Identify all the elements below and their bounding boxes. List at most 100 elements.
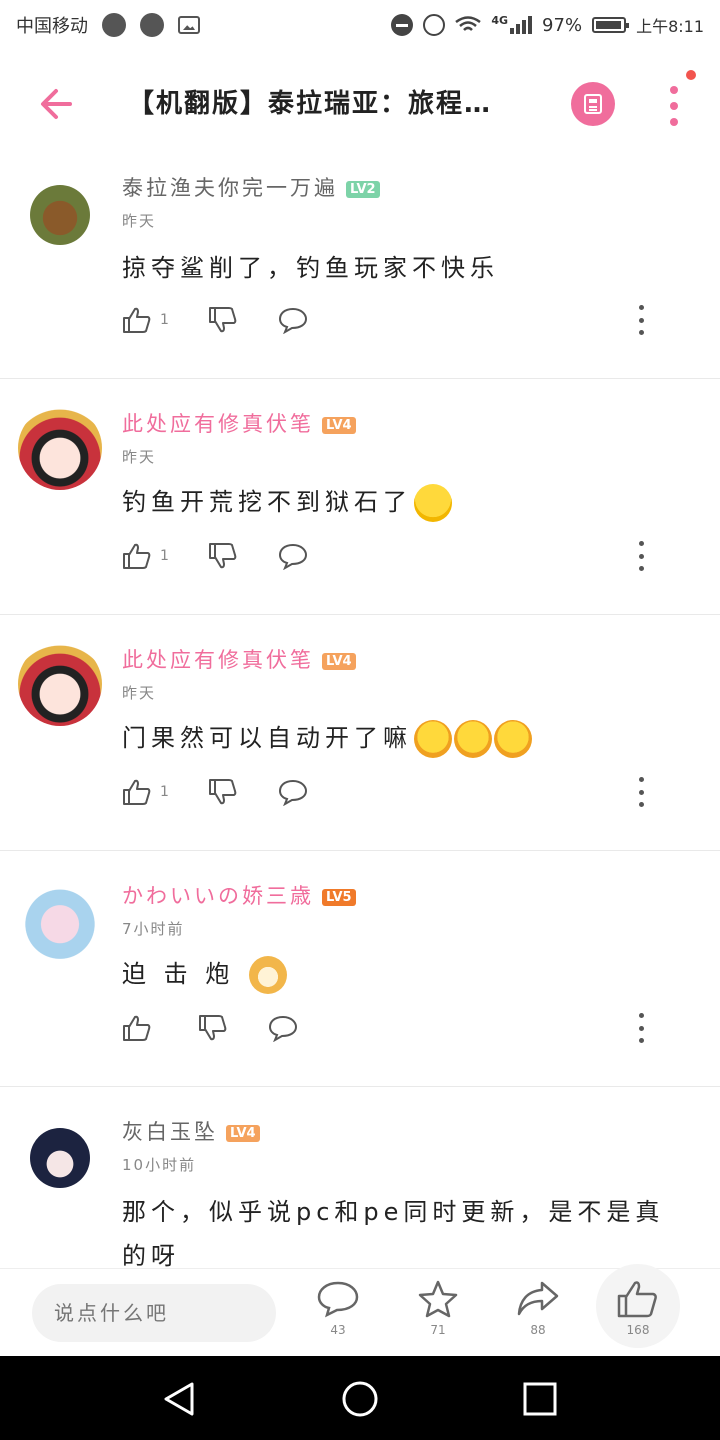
- cheering-emoji: [494, 720, 532, 758]
- avatar[interactable]: [18, 642, 102, 726]
- username[interactable]: 此处应有修真伏笔 LV4: [122, 408, 356, 438]
- username[interactable]: 灰白玉坠 LV4: [122, 1116, 260, 1146]
- back-arrow-icon[interactable]: [36, 84, 76, 124]
- network-label: 4G: [491, 13, 509, 27]
- avatar[interactable]: [30, 185, 90, 245]
- page-title: 【机翻版】泰拉瑞亚：旅程…: [128, 89, 493, 119]
- thumbs-down-icon: [199, 1015, 227, 1041]
- avatar[interactable]: [18, 406, 102, 490]
- comment-actions: 1: [122, 305, 682, 335]
- level-badge: LV4: [322, 652, 356, 670]
- comment-icon: [317, 1281, 359, 1318]
- system-nav-bar: [0, 1356, 720, 1440]
- comment-icon: [268, 1015, 298, 1042]
- battery-icon: [592, 17, 630, 33]
- comment-input[interactable]: [32, 1284, 276, 1342]
- comment-text: 迫 击 炮: [122, 952, 682, 996]
- share-icon: [517, 1281, 559, 1316]
- avatar[interactable]: [18, 878, 102, 962]
- comment-more-icon[interactable]: [636, 1013, 646, 1043]
- nav-recents-icon[interactable]: [522, 1381, 558, 1417]
- notification-dot: [686, 70, 696, 80]
- dislike-button[interactable]: [208, 305, 238, 335]
- like-button[interactable]: 1: [122, 305, 169, 335]
- comment-icon: [278, 543, 308, 570]
- username[interactable]: 此处应有修真伏笔 LV4: [122, 644, 356, 674]
- bottom-action-bar: 43 71 88 168: [0, 1264, 720, 1357]
- reply-button[interactable]: [268, 1013, 298, 1043]
- cheering-emoji: [414, 720, 452, 758]
- comment-more-icon[interactable]: [636, 305, 646, 335]
- thumbs-up-icon: [123, 1015, 151, 1041]
- thumbs-up-icon: [617, 1281, 657, 1318]
- comment-text: 门果然可以自动开了嘛: [122, 716, 682, 760]
- article-icon: [584, 94, 602, 114]
- cheering-emoji: [454, 720, 492, 758]
- comment-item: かわいいの娇三歳 LV5 7小时前 迫 击 炮: [0, 850, 720, 1087]
- favorite-button[interactable]: 71: [408, 1279, 468, 1349]
- signal-icon: [510, 16, 533, 34]
- comment-text: 那个，似乎说pc和pe同时更新，是不是真的呀: [122, 1198, 665, 1270]
- username[interactable]: かわいいの娇三歳 LV5: [122, 880, 356, 910]
- comment-more-icon[interactable]: [636, 541, 646, 571]
- level-badge: LV4: [226, 1124, 260, 1142]
- comment-time: 昨天: [122, 684, 157, 702]
- shares-count: 88: [530, 1323, 546, 1337]
- crying-laughing-emoji: [414, 484, 452, 522]
- thumbs-up-icon: [123, 779, 151, 805]
- reply-button[interactable]: [278, 777, 308, 807]
- star-icon: [418, 1280, 458, 1318]
- thumbs-up-icon: [123, 543, 151, 569]
- thumbs-down-icon: [209, 307, 237, 333]
- like-button[interactable]: [122, 1013, 160, 1043]
- like-post-button[interactable]: 168: [608, 1279, 668, 1349]
- comment-more-icon[interactable]: [636, 777, 646, 807]
- reply-button[interactable]: [278, 541, 308, 571]
- like-button[interactable]: 1: [122, 541, 169, 571]
- notification-icon: [102, 13, 126, 37]
- like-count: 1: [160, 548, 169, 564]
- doge-emoji: [248, 956, 287, 994]
- comment-actions: [122, 1013, 682, 1043]
- username[interactable]: 泰拉渔夫你完一万遍 LV2: [122, 172, 380, 202]
- app-header: 【机翻版】泰拉瑞亚：旅程…: [0, 60, 720, 150]
- nav-home-icon[interactable]: [341, 1380, 379, 1418]
- comment-actions: 1: [122, 541, 682, 571]
- comment-text: 掠夺鲨削了，钓鱼玩家不快乐: [122, 254, 499, 282]
- like-count: 1: [160, 312, 169, 328]
- share-button[interactable]: 88: [508, 1279, 568, 1349]
- status-bar: 中国移动 4G 97% 上午8:11: [0, 0, 720, 50]
- level-badge: LV2: [346, 180, 380, 198]
- comment-actions: 1: [122, 777, 682, 807]
- thumbs-up-icon: [123, 307, 151, 333]
- battery-percent: 97%: [542, 14, 583, 36]
- comment-item: 泰拉渔夫你完一万遍 LV2 昨天 掠夺鲨削了，钓鱼玩家不快乐 1: [0, 150, 720, 379]
- carrier-label: 中国移动: [16, 16, 88, 37]
- notification-icon: [140, 13, 164, 37]
- level-badge: LV5: [322, 888, 356, 906]
- thumbs-down-icon: [209, 543, 237, 569]
- comment-text: 钓鱼开荒挖不到狱石了: [122, 480, 682, 524]
- comment-item: 此处应有修真伏笔 LV4 昨天 钓鱼开荒挖不到狱石了 1: [0, 378, 720, 615]
- like-button[interactable]: 1: [122, 777, 169, 807]
- alarm-icon: [423, 14, 446, 36]
- image-notification-icon: [178, 16, 200, 34]
- comment-icon: [278, 779, 308, 806]
- comment-time: 昨天: [122, 212, 157, 230]
- nav-back-icon[interactable]: [160, 1380, 198, 1418]
- avatar[interactable]: [30, 1128, 90, 1188]
- comment-icon: [278, 307, 308, 334]
- like-count: 1: [160, 784, 169, 800]
- clock: 上午8:11: [636, 17, 704, 36]
- comment-item: 灰白玉坠 LV4 10小时前 那个，似乎说pc和pe同时更新，是不是真的呀: [0, 1086, 720, 1270]
- dislike-button[interactable]: [208, 541, 238, 571]
- reply-button[interactable]: [278, 305, 308, 335]
- thumbs-down-icon: [209, 779, 237, 805]
- comments-button[interactable]: 43: [308, 1279, 368, 1349]
- more-vertical-icon[interactable]: [664, 86, 684, 126]
- article-button[interactable]: [571, 82, 615, 126]
- level-badge: LV4: [322, 416, 356, 434]
- dislike-button[interactable]: [208, 777, 238, 807]
- comments-count: 43: [330, 1323, 346, 1337]
- dislike-button[interactable]: [198, 1013, 228, 1043]
